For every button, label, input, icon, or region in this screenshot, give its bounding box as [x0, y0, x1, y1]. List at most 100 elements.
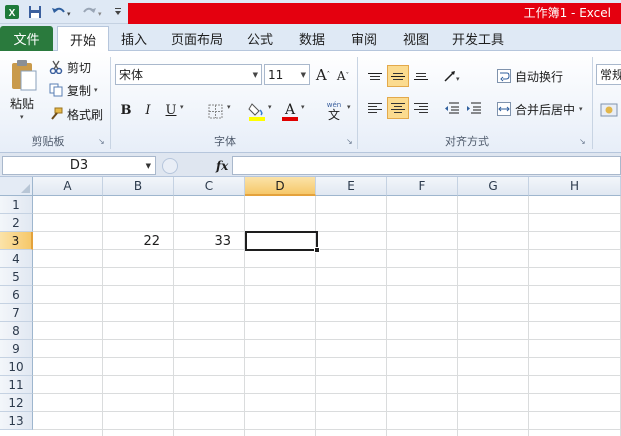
row-header-3[interactable]: 3 — [0, 232, 33, 250]
decrease-indent-icon[interactable] — [441, 97, 463, 119]
align-left-icon[interactable] — [364, 97, 386, 119]
row-header-4[interactable]: 4 — [0, 250, 33, 268]
copy-button[interactable]: 复制 ▾ — [48, 81, 98, 99]
column-header-d[interactable]: D — [245, 177, 316, 196]
row-header-11[interactable]: 11 — [0, 376, 33, 394]
gridline-vertical — [386, 196, 387, 436]
row-header-1[interactable]: 1 — [0, 196, 33, 214]
font-color-dropdown-icon[interactable]: ▾ — [301, 103, 305, 111]
worksheet-grid[interactable]: ABCDEFGH 1 2 3 4 5 6 7 8 9 10 11 12 13 22 33 — [0, 177, 621, 436]
tab-review[interactable]: 审阅 — [342, 26, 386, 51]
merge-cells-icon — [496, 102, 512, 116]
paste-icon[interactable] — [6, 55, 42, 95]
align-center-icon[interactable] — [387, 97, 409, 119]
column-header-e[interactable]: E — [316, 177, 387, 196]
tab-formulas[interactable]: 公式 — [238, 26, 282, 51]
column-header-b[interactable]: B — [103, 177, 174, 196]
increase-font-icon[interactable]: Aˆ — [314, 65, 332, 85]
tab-insert[interactable]: 插入 — [112, 26, 156, 51]
row-header-9[interactable]: 9 — [0, 340, 33, 358]
alignment-launcher-icon[interactable]: ↘ — [579, 137, 588, 146]
number-format-select[interactable]: 常规 — [596, 64, 621, 85]
row-header-12[interactable]: 12 — [0, 394, 33, 412]
column-header-h[interactable]: H — [529, 177, 621, 196]
fill-handle[interactable] — [314, 247, 320, 253]
scissors-icon — [48, 60, 64, 74]
increase-indent-icon[interactable] — [463, 97, 485, 119]
underline-button[interactable]: U — [162, 100, 180, 120]
underline-dropdown-icon[interactable]: ▾ — [180, 103, 184, 111]
borders-icon[interactable] — [204, 101, 226, 121]
group-divider — [592, 57, 593, 149]
formula-bar: D3 ▼ fx — [0, 153, 621, 177]
column-header-g[interactable]: G — [458, 177, 529, 196]
italic-button[interactable]: I — [139, 100, 157, 120]
wrap-text-button[interactable]: 自动换行 — [496, 67, 563, 85]
phonetic-guide-icon[interactable]: wén 文 — [321, 98, 347, 122]
tab-data[interactable]: 数据 — [290, 26, 334, 51]
cut-button[interactable]: 剪切 — [48, 58, 91, 76]
decrease-font-icon[interactable]: Aˇ — [335, 67, 351, 85]
formula-input[interactable] — [232, 156, 621, 175]
name-box[interactable]: D3 ▼ — [2, 156, 156, 175]
name-box-dropdown-icon[interactable]: ▼ — [146, 162, 151, 170]
redo-icon[interactable]: ▾ — [80, 3, 106, 21]
group-divider — [357, 57, 358, 149]
title-bar: X ▾ ▾ 工作簿1 - Excel — [0, 0, 621, 24]
row-header-8[interactable]: 8 — [0, 322, 33, 340]
font-size-select[interactable]: 11 ▼ — [264, 64, 310, 85]
merge-center-button[interactable]: 合并后居中 ▾ — [496, 100, 583, 118]
paste-dropdown-icon[interactable]: ▾ — [20, 111, 24, 123]
gridline-horizontal — [33, 303, 621, 304]
tab-page-layout[interactable]: 页面布局 — [166, 26, 228, 51]
active-cell[interactable] — [245, 231, 318, 251]
insert-function-icon[interactable]: fx — [216, 159, 228, 173]
save-icon[interactable] — [26, 3, 44, 21]
align-bottom-icon[interactable] — [410, 65, 432, 87]
format-painter-button[interactable]: 格式刷 — [48, 105, 103, 123]
cell-b3[interactable]: 22 — [103, 232, 174, 250]
cancel-entry-icon[interactable] — [162, 157, 178, 174]
font-group-label: 字体 — [214, 135, 236, 148]
accounting-format-icon[interactable] — [598, 99, 620, 121]
tab-view[interactable]: 视图 — [394, 26, 438, 51]
bold-button[interactable]: B — [117, 100, 135, 120]
row-header-2[interactable]: 2 — [0, 214, 33, 232]
align-right-icon[interactable] — [410, 97, 432, 119]
cell-c3[interactable]: 33 — [174, 232, 245, 250]
font-color-icon[interactable]: A — [279, 99, 301, 123]
column-header-f[interactable]: F — [387, 177, 458, 196]
select-all-icon — [21, 184, 30, 193]
align-middle-icon[interactable] — [387, 65, 409, 87]
customize-qat-icon[interactable] — [112, 3, 124, 21]
phonetic-dropdown-icon[interactable]: ▾ — [347, 103, 351, 111]
format-painter-label: 格式刷 — [67, 107, 104, 122]
select-all-corner[interactable] — [0, 177, 33, 196]
undo-icon[interactable]: ▾ — [48, 3, 74, 21]
row-header-6[interactable]: 6 — [0, 286, 33, 304]
font-name-select[interactable]: 宋体 ▼ — [115, 64, 262, 85]
column-header-c[interactable]: C — [174, 177, 245, 196]
wrap-text-label: 自动换行 — [515, 69, 564, 84]
gridline-horizontal — [33, 411, 621, 412]
row-header-13[interactable]: 13 — [0, 412, 33, 430]
row-header-7[interactable]: 7 — [0, 304, 33, 322]
fill-color-icon[interactable] — [246, 99, 268, 123]
borders-dropdown-icon[interactable]: ▾ — [227, 103, 231, 111]
gridline-vertical — [457, 196, 458, 436]
tab-home[interactable]: 开始 — [57, 26, 109, 52]
copy-dropdown-icon[interactable]: ▾ — [94, 86, 98, 94]
text-orientation-icon[interactable]: ▾ — [441, 65, 463, 87]
column-header-a[interactable]: A — [33, 177, 103, 196]
clipboard-launcher-icon[interactable]: ↘ — [98, 137, 107, 146]
font-launcher-icon[interactable]: ↘ — [346, 137, 355, 146]
paste-button[interactable]: 粘贴 — [10, 95, 34, 111]
merge-dropdown-icon[interactable]: ▾ — [579, 105, 583, 113]
gridline-horizontal — [33, 357, 621, 358]
align-top-icon[interactable] — [364, 65, 386, 87]
row-header-10[interactable]: 10 — [0, 358, 33, 376]
tab-file[interactable]: 文件 — [0, 26, 53, 51]
row-header-5[interactable]: 5 — [0, 268, 33, 286]
tab-developer[interactable]: 开发工具 — [446, 26, 510, 51]
fill-color-dropdown-icon[interactable]: ▾ — [268, 103, 272, 111]
